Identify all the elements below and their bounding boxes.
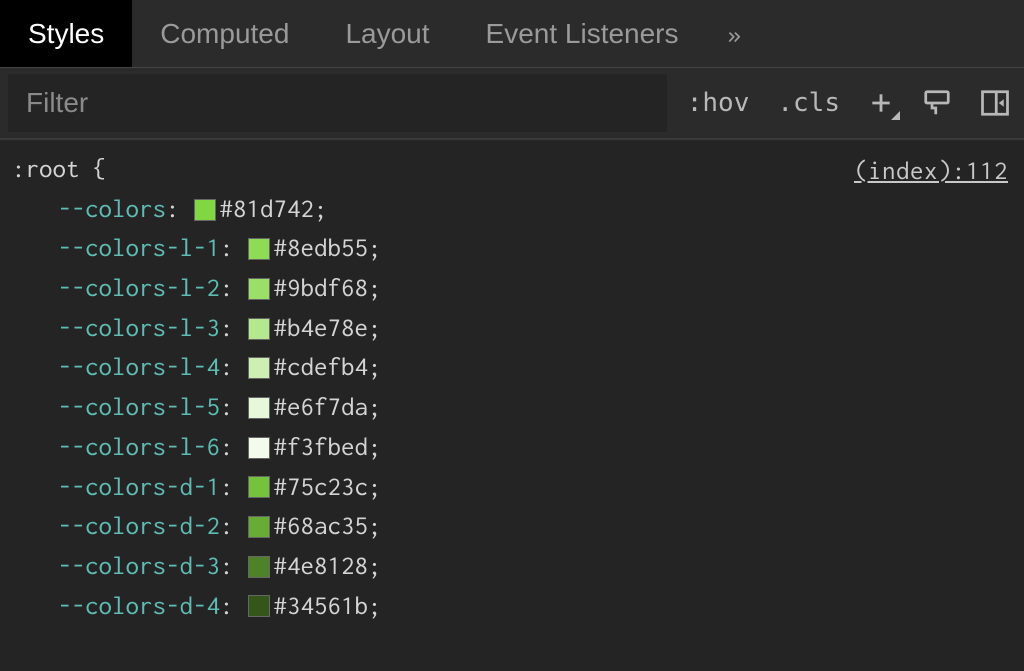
color-swatch[interactable] [248,278,270,300]
css-property-line[interactable]: --colors-d-1: #75c23c; [58,468,1024,508]
colon: : [220,507,234,547]
css-property-line[interactable]: --colors-l-1: #8edb55; [58,229,1024,269]
color-swatch[interactable] [248,318,270,340]
css-property-name: --colors-d-3 [58,547,220,587]
tab-event-listeners[interactable]: Event Listeners [458,0,707,67]
semicolon: ; [368,587,382,627]
colon: : [220,587,234,627]
colon: : [220,269,234,309]
paint-brush-icon [922,88,952,118]
colon: : [220,229,234,269]
color-swatch[interactable] [248,437,270,459]
tab-computed[interactable]: Computed [132,0,317,67]
color-swatch[interactable] [248,595,270,617]
cls-toggle[interactable]: .cls [763,68,854,138]
css-property-name: --colors-l-5 [58,388,220,428]
dropdown-triangle-icon [891,111,900,120]
css-property-value: #81d742 [220,190,315,230]
styles-toolbar: :hov .cls [0,68,1024,140]
css-property-line[interactable]: --colors-l-3: #b4e78e; [58,309,1024,349]
color-swatch[interactable] [248,556,270,578]
css-property-value: #4e8128 [274,547,369,587]
css-property-name: --colors-l-6 [58,428,220,468]
rule-properties: --colors:#81d742;--colors-l-1:#8edb55;--… [12,190,1024,627]
css-property-line[interactable]: --colors-l-6: #f3fbed; [58,428,1024,468]
open-brace: { [80,155,107,183]
css-property-name: --colors [58,190,166,230]
css-property-line[interactable]: --colors-d-2: #68ac35; [58,507,1024,547]
css-property-value: #cdefb4 [274,348,369,388]
semicolon: ; [368,428,382,468]
color-swatch[interactable] [248,238,270,260]
color-swatch[interactable] [248,516,270,538]
computed-toggle-button[interactable] [966,68,1024,138]
semicolon: ; [314,190,328,230]
tabs-more-button[interactable]: » [707,0,762,67]
css-property-value: #8edb55 [274,229,369,269]
hov-toggle[interactable]: :hov [673,68,764,138]
semicolon: ; [368,507,382,547]
css-property-line[interactable]: --colors: #81d742; [58,190,1024,230]
tab-styles[interactable]: Styles [0,0,132,67]
css-property-name: --colors-l-4 [58,348,220,388]
css-property-value: #f3fbed [274,428,369,468]
semicolon: ; [368,468,382,508]
panel-toggle-icon [980,88,1010,118]
semicolon: ; [368,547,382,587]
css-property-name: --colors-d-4 [58,587,220,627]
colon: : [220,428,234,468]
styles-panel: (index):112 :root { --colors:#81d742;--c… [0,140,1024,626]
css-property-value: #b4e78e [274,309,369,349]
css-property-name: --colors-d-1 [58,468,220,508]
css-property-value: #68ac35 [274,507,369,547]
source-link[interactable]: (index):112 [854,152,1008,192]
rule-selector: :root [12,155,80,183]
new-style-rule-button[interactable] [854,68,908,138]
colon: : [220,468,234,508]
css-property-name: --colors-l-2 [58,269,220,309]
colon: : [220,348,234,388]
css-property-line[interactable]: --colors-l-2: #9bdf68; [58,269,1024,309]
colon: : [220,388,234,428]
paint-brush-button[interactable] [908,68,966,138]
colon: : [220,547,234,587]
css-property-line[interactable]: --colors-d-3: #4e8128; [58,547,1024,587]
css-property-line[interactable]: --colors-l-4: #cdefb4; [58,348,1024,388]
semicolon: ; [368,229,382,269]
css-property-value: #9bdf68 [274,269,369,309]
css-property-name: --colors-l-3 [58,309,220,349]
devtools-tabs: Styles Computed Layout Event Listeners » [0,0,1024,68]
semicolon: ; [368,348,382,388]
css-property-value: #75c23c [274,468,369,508]
color-swatch[interactable] [248,397,270,419]
colon: : [166,190,180,230]
tab-layout[interactable]: Layout [317,0,457,67]
semicolon: ; [368,309,382,349]
color-swatch[interactable] [248,476,270,498]
css-property-line[interactable]: --colors-l-5: #e6f7da; [58,388,1024,428]
color-swatch[interactable] [194,199,216,221]
css-property-value: #e6f7da [274,388,369,428]
color-swatch[interactable] [248,357,270,379]
colon: : [220,309,234,349]
css-property-name: --colors-d-2 [58,507,220,547]
css-property-name: --colors-l-1 [58,229,220,269]
semicolon: ; [368,388,382,428]
css-property-value: #34561b [274,587,369,627]
css-property-line[interactable]: --colors-d-4: #34561b; [58,587,1024,627]
filter-input[interactable] [8,74,667,132]
semicolon: ; [368,269,382,309]
